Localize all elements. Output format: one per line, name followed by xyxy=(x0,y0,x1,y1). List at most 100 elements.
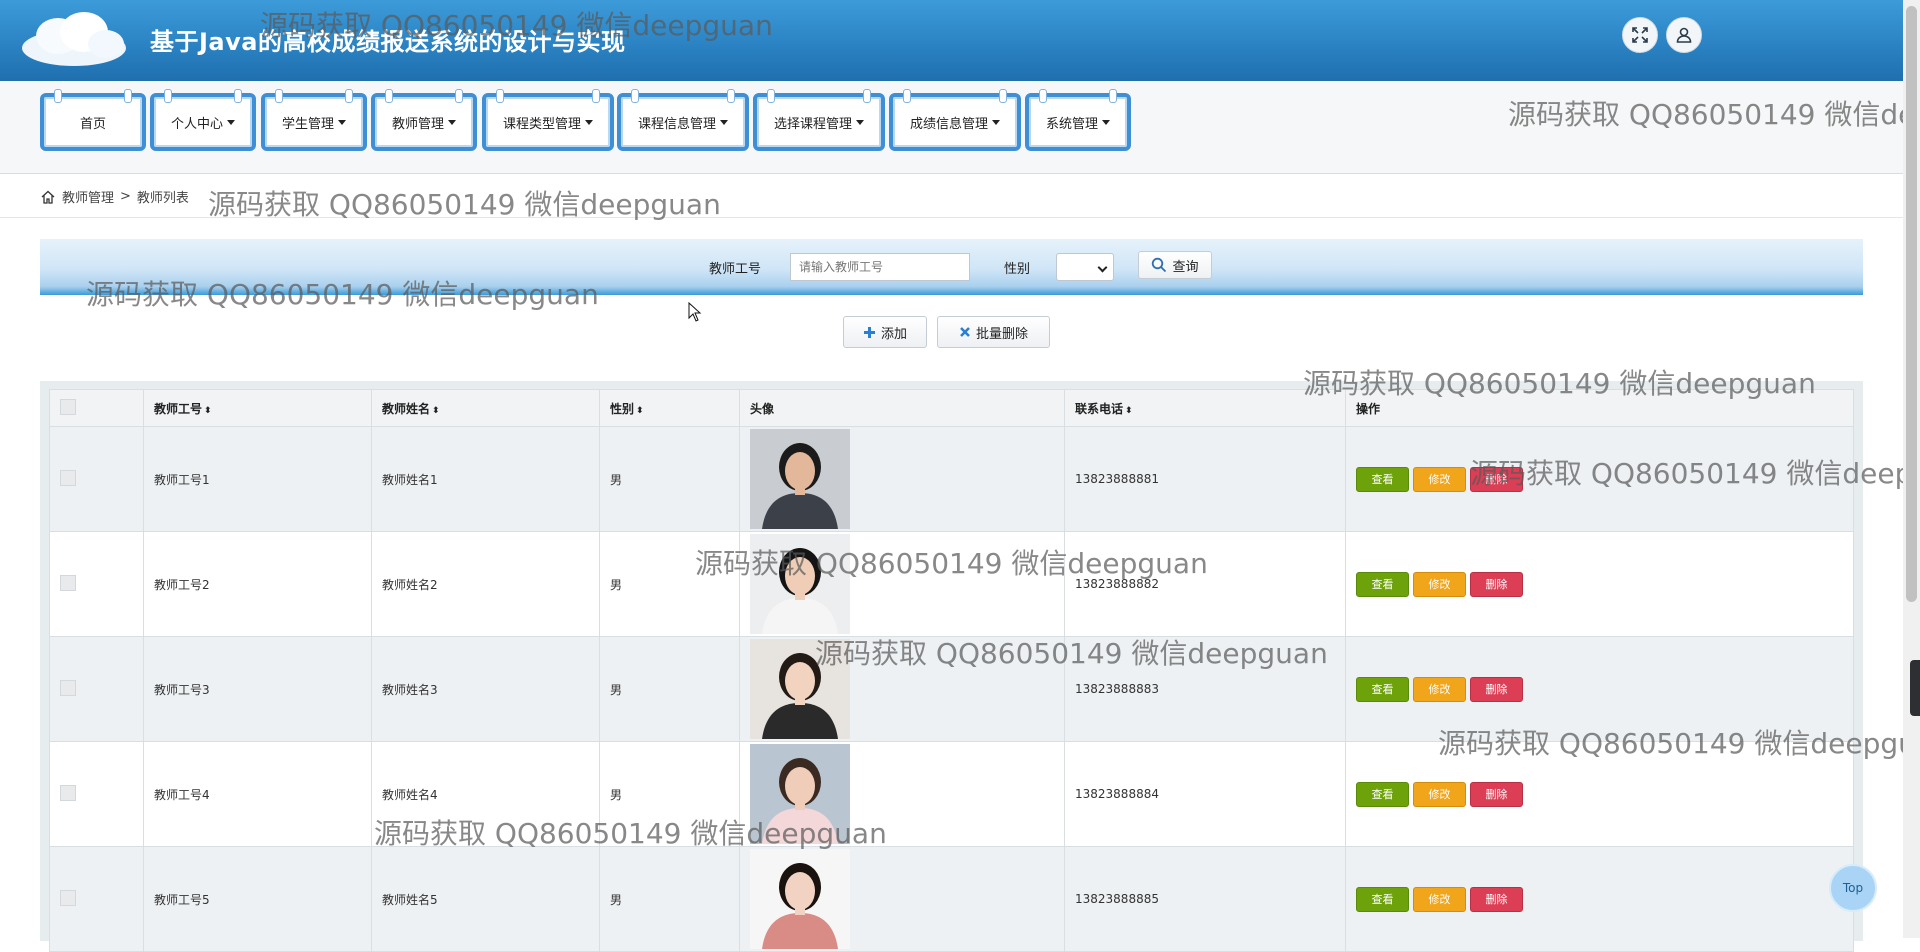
teacher-name-cell: 教师姓名4 xyxy=(371,741,600,847)
avatar xyxy=(750,429,1064,529)
nav-item-7[interactable]: 成绩信息管理 xyxy=(889,89,1021,151)
nav-item-5[interactable]: 课程信息管理 xyxy=(617,89,749,151)
breadcrumb-level1[interactable]: 教师管理 xyxy=(62,187,114,206)
sort-icon[interactable]: ⬍ xyxy=(636,406,644,416)
delete-button[interactable]: 删除 xyxy=(1470,571,1523,597)
view-button[interactable]: 查看 xyxy=(1356,781,1409,807)
view-button[interactable]: 查看 xyxy=(1356,886,1409,912)
back-to-top-button[interactable]: Top xyxy=(1829,864,1877,912)
row-checkbox[interactable] xyxy=(60,469,76,486)
table-row: 教师工号3 教师姓名3 男 13823888883 查看 修改 删除 xyxy=(49,636,1854,742)
view-button[interactable]: 查看 xyxy=(1356,571,1409,597)
caret-down-icon xyxy=(992,119,1000,125)
teacher-no-cell: 教师工号4 xyxy=(143,741,372,847)
actions-cell: 查看 修改 删除 xyxy=(1345,636,1854,742)
caret-down-icon xyxy=(1102,119,1110,125)
nav-item-label: 成绩信息管理 xyxy=(909,116,988,132)
select-all-checkbox[interactable] xyxy=(60,398,76,415)
column-header-teacher-name[interactable]: 教师姓名 ⬍ xyxy=(371,389,600,427)
teacher-no-label: 教师工号 xyxy=(709,262,762,277)
delete-button[interactable]: 删除 xyxy=(1470,886,1523,912)
gender-select[interactable] xyxy=(1056,253,1114,281)
row-checkbox[interactable] xyxy=(60,679,76,696)
add-label: 添加 xyxy=(880,326,907,342)
user-icon xyxy=(1676,27,1692,43)
view-button[interactable]: 查看 xyxy=(1356,676,1409,702)
app-title: 基于Java的高校成绩报送系统的设计与实现 xyxy=(150,28,626,56)
edit-button[interactable]: 修改 xyxy=(1413,466,1466,492)
teacher-name-cell: 教师姓名2 xyxy=(371,531,600,637)
nav-item-label: 课程类型管理 xyxy=(502,116,581,132)
teacher-no-cell: 教师工号5 xyxy=(143,846,372,952)
nav-item-2[interactable]: 学生管理 xyxy=(261,89,367,151)
teacher-no-input[interactable] xyxy=(790,253,970,281)
home-icon[interactable] xyxy=(40,189,56,205)
back-to-top-label: Top xyxy=(1842,881,1864,895)
avatar-cell xyxy=(739,846,1065,952)
edit-button[interactable]: 修改 xyxy=(1413,676,1466,702)
delete-button[interactable]: 删除 xyxy=(1470,466,1523,492)
mouse-cursor-icon xyxy=(688,302,702,322)
edit-button[interactable]: 修改 xyxy=(1413,886,1466,912)
avatar-cell xyxy=(739,636,1065,742)
breadcrumb: 教师管理 > 教师列表 xyxy=(40,187,189,206)
plus-icon xyxy=(863,326,875,338)
app-header: 基于Java的高校成绩报送系统的设计与实现 xyxy=(0,0,1903,81)
view-button[interactable]: 查看 xyxy=(1356,466,1409,492)
avatar xyxy=(750,639,1064,739)
edit-button[interactable]: 修改 xyxy=(1413,781,1466,807)
sort-icon[interactable]: ⬍ xyxy=(1125,406,1133,416)
nav-item-8[interactable]: 系统管理 xyxy=(1025,89,1131,151)
delete-button[interactable]: 删除 xyxy=(1470,676,1523,702)
teacher-no-cell: 教师工号2 xyxy=(143,531,372,637)
table-row: 教师工号2 教师姓名2 男 13823888882 查看 修改 删除 xyxy=(49,531,1854,637)
scrollbar-thumb[interactable] xyxy=(1906,6,1917,602)
row-checkbox[interactable] xyxy=(60,574,76,591)
nav-item-6[interactable]: 选择课程管理 xyxy=(753,89,885,151)
query-button[interactable]: 查询 xyxy=(1138,251,1212,279)
fullscreen-button[interactable] xyxy=(1622,17,1658,53)
avatar xyxy=(750,744,1064,844)
nav-item-label: 首页 xyxy=(79,116,106,132)
sort-icon[interactable]: ⬍ xyxy=(204,406,212,416)
row-select-cell xyxy=(49,426,144,532)
side-tab[interactable] xyxy=(1910,660,1920,716)
user-button[interactable] xyxy=(1666,17,1702,53)
row-checkbox[interactable] xyxy=(60,784,76,801)
column-header-gender[interactable]: 性别 ⬍ xyxy=(599,389,740,427)
row-checkbox[interactable] xyxy=(60,889,76,906)
add-button[interactable]: 添加 xyxy=(843,316,927,348)
delete-button[interactable]: 删除 xyxy=(1470,781,1523,807)
nav-item-4[interactable]: 课程类型管理 xyxy=(482,89,614,151)
column-header-avatar: 头像 xyxy=(739,389,1065,427)
divider xyxy=(0,217,1903,218)
row-select-cell xyxy=(49,846,144,952)
column-header-phone[interactable]: 联系电话 ⬍ xyxy=(1064,389,1346,427)
batch-delete-label: 批量删除 xyxy=(975,326,1028,342)
avatar xyxy=(750,849,1064,949)
avatar xyxy=(750,534,1064,634)
edit-button[interactable]: 修改 xyxy=(1413,571,1466,597)
caret-down-icon xyxy=(448,119,456,125)
nav-item-3[interactable]: 教师管理 xyxy=(371,89,477,151)
teacher-name-cell: 教师姓名1 xyxy=(371,426,600,532)
nav-item-1[interactable]: 个人中心 xyxy=(150,89,256,151)
divider xyxy=(0,173,1903,174)
table-row: 教师工号4 教师姓名4 男 13823888884 查看 修改 删除 xyxy=(49,741,1854,847)
column-header-teacher-no[interactable]: 教师工号 ⬍ xyxy=(143,389,372,427)
caret-down-icon xyxy=(720,119,728,125)
breadcrumb-separator: > xyxy=(120,189,131,204)
gender-label: 性别 xyxy=(1004,262,1031,277)
sort-icon[interactable]: ⬍ xyxy=(432,406,440,416)
caret-down-icon xyxy=(856,119,864,125)
caret-down-icon xyxy=(585,119,593,125)
avatar-cell xyxy=(739,531,1065,637)
query-label: 查询 xyxy=(1172,259,1199,275)
phone-cell: 13823888881 xyxy=(1064,426,1346,532)
phone-cell: 13823888885 xyxy=(1064,846,1346,952)
select-all-cell xyxy=(49,389,144,427)
gender-cell: 男 xyxy=(599,636,740,742)
nav-item-label: 系统管理 xyxy=(1045,116,1098,132)
batch-delete-button[interactable]: 批量删除 xyxy=(937,316,1050,348)
nav-item-0[interactable]: 首页 xyxy=(40,89,146,151)
